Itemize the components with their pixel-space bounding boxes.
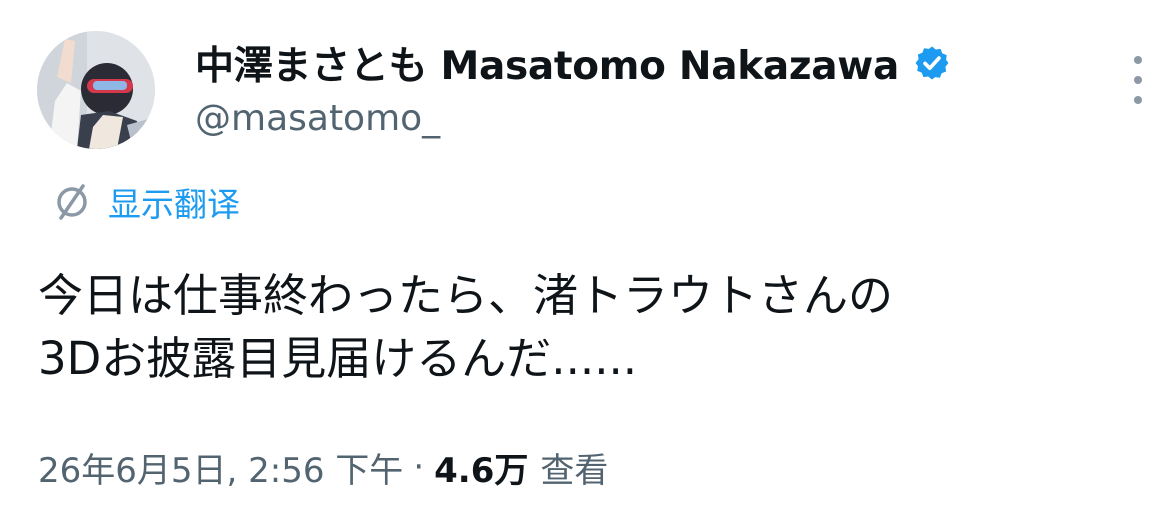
more-dot — [1134, 56, 1142, 64]
tweet-meta: 26年6月5日, 2:56 下午 · 4.6万 查看 — [38, 440, 608, 494]
tweet-text: 今日は仕事終わったら、渚トラウトさんの 3Dお披露目見届けるんだ...... — [38, 264, 1138, 390]
verified-badge-icon[interactable] — [913, 44, 951, 82]
avatar-image — [37, 31, 155, 149]
globe-translate-icon — [57, 184, 87, 220]
tweet-timestamp[interactable]: 26年6月5日, 2:56 下午 — [38, 443, 403, 492]
author-name-row: 中澤まさとも Masatomo Nakazawa — [195, 36, 951, 90]
views-label: 查看 — [540, 450, 609, 491]
more-dot — [1134, 96, 1142, 104]
show-translation-button[interactable]: 显示翻译 — [50, 178, 240, 226]
author-handle[interactable]: @masatomo_ — [195, 98, 440, 139]
show-translation-label: 显示翻译 — [108, 185, 240, 224]
author-display-name[interactable]: 中澤まさとも Masatomo Nakazawa — [195, 35, 899, 91]
views-count: 4.6万 — [434, 450, 529, 491]
more-dot — [1134, 76, 1142, 84]
avatar[interactable] — [37, 31, 155, 149]
tweet-text-line: 3Dお披露目見届けるんだ...... — [38, 332, 638, 385]
tweet-text-line: 今日は仕事終わったら、渚トラウトさんの — [38, 269, 894, 322]
meta-separator: · — [413, 447, 425, 487]
more-vertical-icon[interactable] — [1126, 56, 1150, 104]
